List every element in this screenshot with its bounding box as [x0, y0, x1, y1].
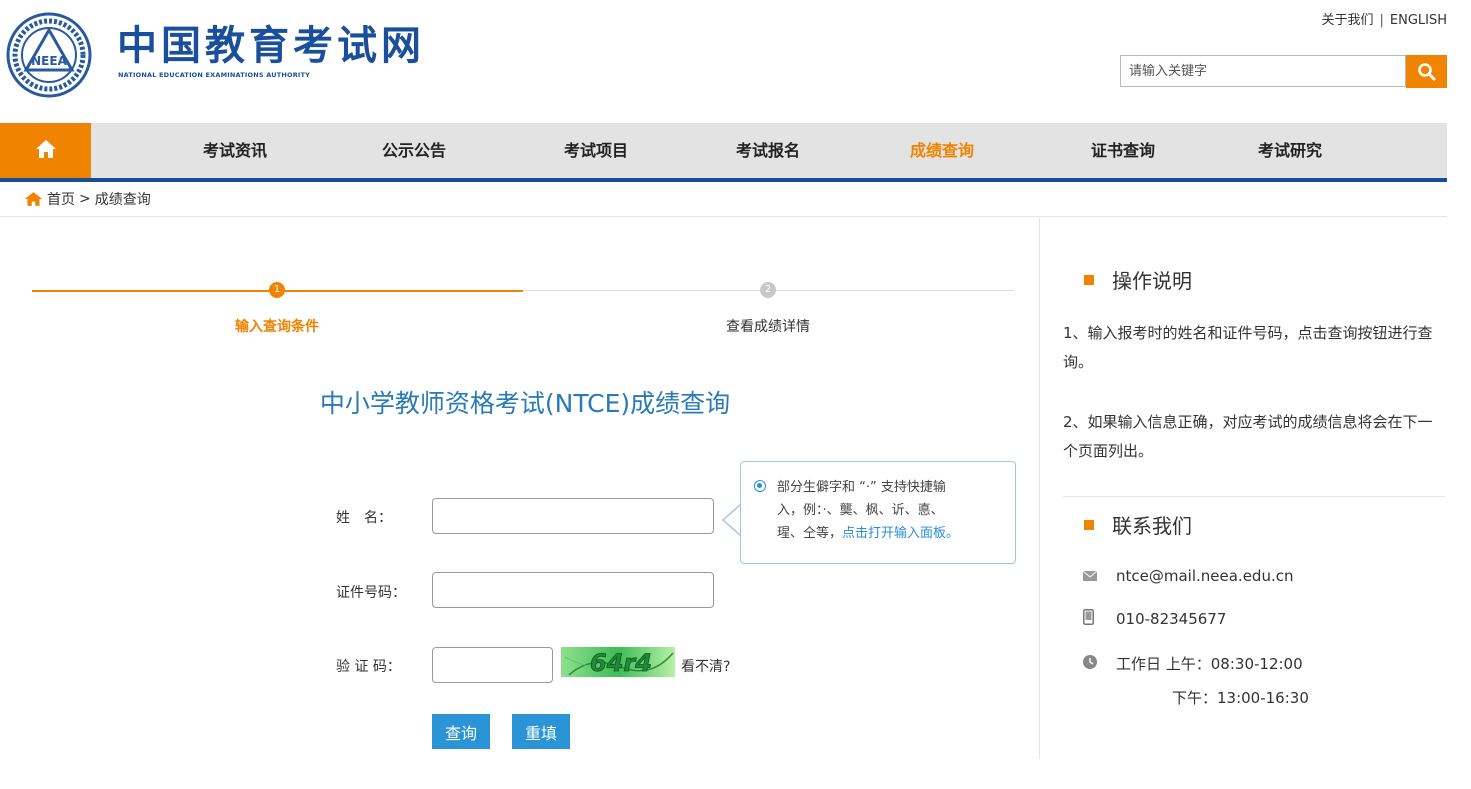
id-number-label: 证件号码：: [336, 585, 406, 601]
contact-title: 联系我们: [1112, 514, 1192, 538]
home-icon: [36, 140, 56, 158]
step-2-label: 查看成绩详情: [726, 319, 810, 335]
tip-line-3: 瑆、仝等，点击打开输入面板。: [777, 522, 1003, 545]
nav-item-exams[interactable]: 考试项目: [526, 123, 666, 178]
captcha-input[interactable]: [432, 647, 553, 683]
instructions-heading: 操作说明: [1084, 265, 1192, 294]
open-input-panel-link[interactable]: 点击打开输入面板。: [842, 526, 959, 541]
nav-item-announcements[interactable]: 公示公告: [344, 123, 484, 178]
site-title: 中国教育考试网: [117, 22, 425, 69]
name-input[interactable]: [432, 498, 714, 534]
name-label: 姓 名：: [336, 510, 392, 526]
email-text: ntce@mail.neea.edu.cn: [1116, 567, 1294, 585]
breadcrumb-home[interactable]: 首页: [47, 189, 75, 209]
reset-button[interactable]: 重填: [512, 714, 570, 749]
sidebar-separator: [1063, 496, 1445, 497]
english-link[interactable]: ENGLISH: [1390, 13, 1447, 28]
captcha-text: 64r4: [590, 649, 652, 677]
info-radio-icon: [754, 480, 766, 492]
tip-line-2: 入，例：·、龑、枫、䜣、悳、: [777, 503, 944, 518]
captcha-refresh-link[interactable]: 看不清?: [681, 656, 730, 676]
contact-email: ntce@mail.neea.edu.cn: [1082, 567, 1294, 585]
hours-pm-text: 下午：13:00-16:30: [1172, 689, 1309, 707]
phone-icon: [1083, 609, 1097, 629]
nav-item-score-query[interactable]: 成绩查询: [872, 123, 1012, 178]
instruction-2: 2、如果输入信息正确，对应考试的成绩信息将会在下一个页面列出。: [1063, 413, 1433, 460]
breadcrumb-divider: [0, 216, 1447, 217]
contact-heading: 联系我们: [1084, 510, 1192, 539]
nav-item-research[interactable]: 考试研究: [1220, 123, 1360, 178]
square-bullet-icon: [1084, 519, 1094, 530]
link-separator: |: [1379, 13, 1384, 28]
instruction-1: 1、输入报考时的姓名和证件号码，点击查询按钮进行查询。: [1063, 324, 1433, 371]
breadcrumb-separator: >: [79, 191, 91, 207]
hours-am-text: 工作日 上午：08:30-12:00: [1116, 655, 1303, 673]
site-subtitle: NATIONAL EDUCATION EXAMINATIONS AUTHORIT…: [118, 71, 311, 79]
mail-icon: [1082, 567, 1098, 585]
logo-text: NEEA: [31, 54, 67, 68]
search-input[interactable]: [1120, 55, 1406, 87]
nav-item-registration[interactable]: 考试报名: [698, 123, 838, 178]
sidebar-divider: [1039, 218, 1040, 759]
submit-button[interactable]: 查询: [432, 714, 490, 749]
contact-phone: 010-82345677: [1083, 609, 1226, 629]
breadcrumb: 首页 > 成绩查询: [24, 189, 151, 209]
search-button[interactable]: [1406, 55, 1447, 88]
captcha-image[interactable]: 64r4: [561, 647, 675, 677]
tip-line-1: 部分生僻字和 “·” 支持快捷输: [777, 480, 946, 495]
search-icon: [1417, 62, 1435, 80]
step-1-label: 输入查询条件: [235, 319, 319, 335]
form-title: 中小学教师资格考试(NTCE)成绩查询: [319, 389, 731, 418]
square-bullet-icon: [1084, 274, 1094, 285]
home-icon: [24, 192, 43, 206]
nav-item-certificate-query[interactable]: 证书查询: [1053, 123, 1193, 178]
clock-icon: [1083, 654, 1097, 673]
nav-item-news[interactable]: 考试资讯: [165, 123, 305, 178]
about-us-link[interactable]: 关于我们: [1321, 13, 1373, 28]
input-tip: 部分生僻字和 “·” 支持快捷输 入，例：·、龑、枫、䜣、悳、 瑆、仝等，点击打…: [740, 461, 1016, 564]
breadcrumb-current: 成绩查询: [94, 192, 151, 208]
instructions-title: 操作说明: [1112, 269, 1192, 293]
contact-hours: 工作日 上午：08:30-12:00: [1083, 653, 1303, 674]
captcha-label: 验 证 码：: [336, 659, 401, 675]
tip-line-3-text: 瑆、仝等，: [777, 526, 843, 541]
tip-arrow-fill: [724, 505, 741, 535]
id-number-input[interactable]: [432, 572, 714, 608]
step-2-badge: 2: [760, 282, 776, 298]
logo-seal: NEEA: [6, 12, 92, 98]
phone-text: 010-82345677: [1116, 610, 1227, 628]
step-1-badge: 1: [269, 282, 285, 298]
top-links: 关于我们 | ENGLISH: [1321, 9, 1447, 28]
home-button[interactable]: [0, 123, 91, 178]
